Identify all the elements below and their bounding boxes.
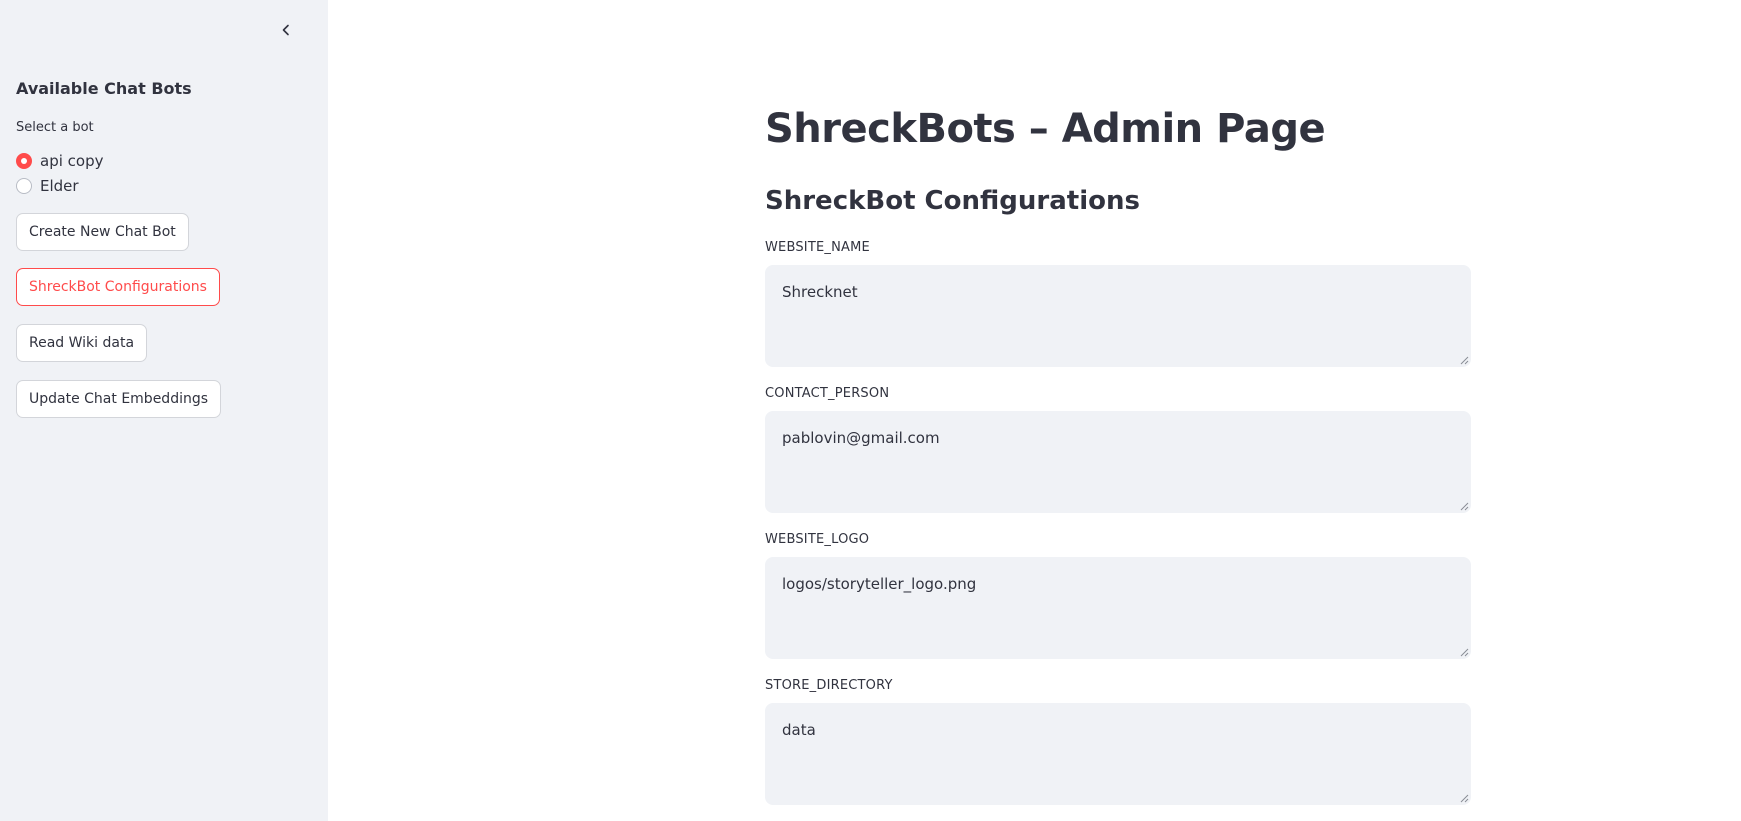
field-label: WEBSITE_LOGO bbox=[765, 532, 870, 547]
field-website-name: WEBSITE_NAME Shrecknet bbox=[765, 239, 1471, 367]
bot-option-api-copy[interactable]: api copy bbox=[16, 148, 103, 173]
website-name-input[interactable]: Shrecknet bbox=[765, 265, 1471, 367]
bot-option-elder[interactable]: Elder bbox=[16, 173, 103, 198]
read-wiki-data-button[interactable]: Read Wiki data bbox=[16, 324, 148, 362]
resize-handle-icon[interactable] bbox=[1459, 355, 1469, 365]
radio-checked-icon bbox=[16, 152, 32, 169]
bot-option-label: api copy bbox=[40, 151, 104, 170]
field-website-logo: WEBSITE_LOGO logos/storyteller_logo.png bbox=[765, 531, 1471, 659]
update-chat-embeddings-button[interactable]: Update Chat Embeddings bbox=[16, 380, 222, 418]
contact-person-input[interactable]: pablovin@gmail.com bbox=[765, 411, 1471, 513]
bot-select-label: Select a bot bbox=[16, 120, 94, 135]
resize-handle-icon[interactable] bbox=[1459, 647, 1469, 657]
field-contact-person: CONTACT_PERSON pablovin@gmail.com bbox=[765, 385, 1471, 513]
field-store-directory: STORE_DIRECTORY data bbox=[765, 677, 1471, 805]
field-box: Shrecknet bbox=[765, 265, 1471, 367]
page-title: ShreckBots – Admin Page bbox=[765, 106, 1326, 152]
main-content: ShreckBots – Admin Page ShreckBot Config… bbox=[328, 0, 1741, 821]
sidebar: Available Chat Bots Select a bot api cop… bbox=[0, 0, 328, 821]
radio-unchecked-icon bbox=[16, 177, 32, 194]
field-box: pablovin@gmail.com bbox=[765, 411, 1471, 513]
bot-radio-group: api copy Elder bbox=[16, 148, 103, 198]
sidebar-header: Available Chat Bots bbox=[16, 79, 192, 98]
field-box: logos/storyteller_logo.png bbox=[765, 557, 1471, 659]
create-new-chat-bot-button[interactable]: Create New Chat Bot bbox=[16, 213, 189, 251]
resize-handle-icon[interactable] bbox=[1459, 793, 1469, 803]
collapse-sidebar-button[interactable] bbox=[276, 20, 296, 40]
store-directory-input[interactable]: data bbox=[765, 703, 1471, 805]
shreckbot-configurations-button[interactable]: ShreckBot Configurations bbox=[16, 268, 220, 306]
bot-option-label: Elder bbox=[40, 176, 79, 195]
section-title: ShreckBot Configurations bbox=[765, 186, 1140, 216]
field-label: WEBSITE_NAME bbox=[765, 240, 870, 255]
app-root: Available Chat Bots Select a bot api cop… bbox=[0, 0, 1741, 821]
chevron-left-icon bbox=[282, 24, 289, 36]
field-label: STORE_DIRECTORY bbox=[765, 678, 893, 693]
field-box: data bbox=[765, 703, 1471, 805]
website-logo-input[interactable]: logos/storyteller_logo.png bbox=[765, 557, 1471, 659]
resize-handle-icon[interactable] bbox=[1459, 501, 1469, 511]
field-label: CONTACT_PERSON bbox=[765, 386, 890, 401]
